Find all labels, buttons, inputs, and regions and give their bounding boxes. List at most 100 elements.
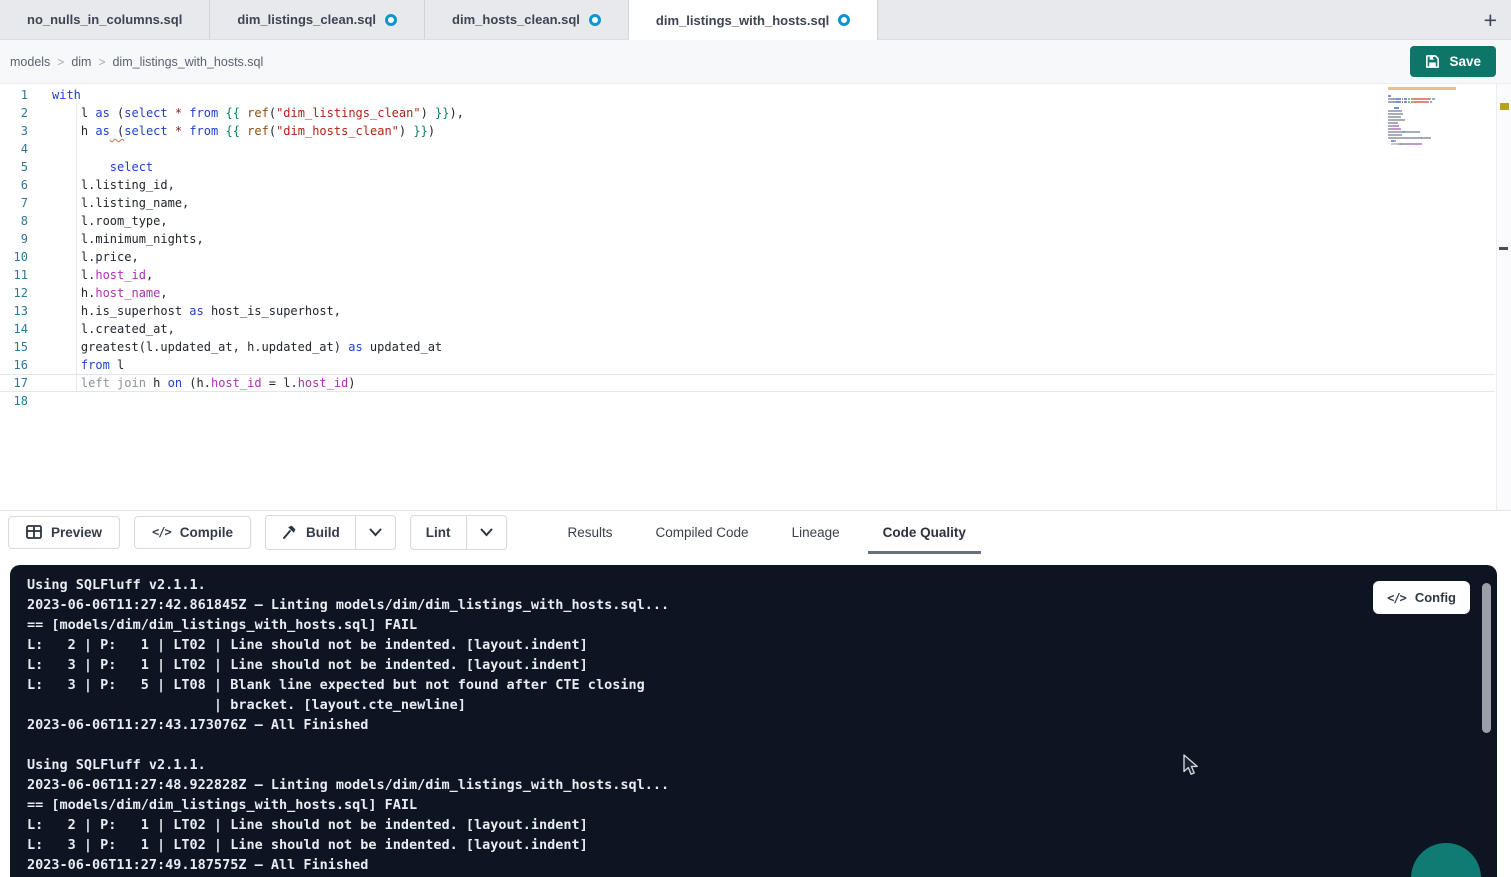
code-text: left join h on (h.host_id = l.host_id): [28, 374, 356, 392]
result-tab-compiled-code[interactable]: Compiled Code: [653, 511, 752, 554]
code-line[interactable]: 8 l.room_type,: [0, 212, 1495, 230]
build-button-group: Build: [265, 515, 396, 550]
code-text: l.created_at,: [28, 320, 175, 338]
breadcrumb-item[interactable]: dim_listings_with_hosts.sql: [112, 55, 263, 69]
code-text: l.listing_id,: [28, 176, 175, 194]
code-text: greatest(l.updated_at, h.updated_at) as …: [28, 338, 442, 356]
cursor-position-marker: [1499, 247, 1508, 250]
file-tab[interactable]: dim_hosts_clean.sql: [425, 0, 629, 39]
minimap-content: [1388, 86, 1456, 141]
breadcrumb-item[interactable]: dim: [71, 55, 91, 69]
preview-label: Preview: [51, 525, 102, 540]
line-number: 9: [0, 230, 28, 248]
code-text: l.host_id,: [28, 266, 153, 284]
terminal-line: 2023-06-06T11:27:48.922828Z — Linting mo…: [27, 775, 1497, 795]
code-line[interactable]: 4: [0, 140, 1495, 158]
code-line[interactable]: 14 l.created_at,: [0, 320, 1495, 338]
lint-button[interactable]: Lint: [411, 516, 466, 549]
modified-dot-icon: [589, 14, 601, 26]
warning-marker: [1500, 103, 1509, 110]
file-tab[interactable]: dim_listings_clean.sql: [210, 0, 425, 39]
chevron-down-icon: [480, 528, 493, 537]
terminal-line: L: 3 | P: 5 | LT08 | Blank line expected…: [27, 675, 1497, 695]
line-number: 12: [0, 284, 28, 302]
build-button[interactable]: Build: [266, 516, 355, 549]
line-number: 17: [0, 374, 28, 392]
file-tab[interactable]: no_nulls_in_columns.sql: [0, 0, 210, 39]
code-editor[interactable]: 1with2 l as (select * from {{ ref("dim_l…: [0, 84, 1511, 510]
line-number: 4: [0, 140, 28, 158]
terminal-line: L: 3 | P: 1 | LT02 | Line should not be …: [27, 655, 1497, 675]
code-text: l.room_type,: [28, 212, 168, 230]
compile-button[interactable]: </> Compile: [134, 516, 251, 549]
code-line[interactable]: 15 greatest(l.updated_at, h.updated_at) …: [0, 338, 1495, 356]
terminal-line: 2023-06-06T11:27:49.187575Z — All Finish…: [27, 855, 1497, 875]
terminal-line: | bracket. [layout.cte_newline]: [27, 695, 1497, 715]
build-label: Build: [306, 525, 340, 540]
file-tab-label: no_nulls_in_columns.sql: [27, 12, 182, 27]
overview-ruler[interactable]: [1496, 84, 1511, 510]
code-text: h.host_name,: [28, 284, 168, 302]
breadcrumb-separator-icon: >: [57, 55, 64, 69]
file-tab-label: dim_hosts_clean.sql: [452, 12, 580, 27]
line-number: 13: [0, 302, 28, 320]
terminal-line: 2023-06-06T11:27:43.173076Z — All Finish…: [27, 715, 1497, 735]
terminal-line: L: 3 | P: 1 | LT02 | Line should not be …: [27, 835, 1497, 855]
code-text: l.listing_name,: [28, 194, 189, 212]
code-line[interactable]: 6 l.listing_id,: [0, 176, 1495, 194]
code-line[interactable]: 1with: [0, 86, 1495, 104]
code-text: [28, 392, 52, 410]
line-number: 6: [0, 176, 28, 194]
lint-options-caret[interactable]: [466, 516, 506, 549]
save-button[interactable]: Save: [1410, 46, 1496, 77]
code-line[interactable]: 11 l.host_id,: [0, 266, 1495, 284]
code-icon: </>: [1387, 591, 1406, 605]
terminal-line: [27, 735, 1497, 755]
line-number: 11: [0, 266, 28, 284]
lint-label: Lint: [426, 525, 451, 540]
code-line[interactable]: 2 l as (select * from {{ ref("dim_listin…: [0, 104, 1495, 122]
result-tab-lineage[interactable]: Lineage: [789, 511, 843, 554]
save-button-label: Save: [1449, 54, 1481, 69]
file-tab[interactable]: dim_listings_with_hosts.sql: [629, 0, 878, 40]
terminal-line: 2023-06-06T11:27:42.861845Z — Linting mo…: [27, 595, 1497, 615]
code-line[interactable]: 13 h.is_superhost as host_is_superhost,: [0, 302, 1495, 320]
line-number: 7: [0, 194, 28, 212]
code-line[interactable]: 18: [0, 392, 1495, 410]
breadcrumb: models > dim > dim_listings_with_hosts.sql: [10, 55, 263, 69]
action-toolbar: Preview </> Compile Build Lint ResultsC: [0, 510, 1511, 553]
chevron-down-icon: [369, 528, 382, 537]
new-tab-button[interactable]: +: [1484, 0, 1497, 40]
line-number: 10: [0, 248, 28, 266]
code-line[interactable]: 16 from l: [0, 356, 1495, 374]
terminal-output: Using SQLFluff v2.1.1.2023-06-06T11:27:4…: [10, 565, 1497, 875]
result-tab-results[interactable]: Results: [565, 511, 616, 554]
code-text: l.minimum_nights,: [28, 230, 204, 248]
code-line[interactable]: 9 l.minimum_nights,: [0, 230, 1495, 248]
code-line[interactable]: 3 h as (select * from {{ ref("dim_hosts_…: [0, 122, 1495, 140]
save-icon: [1425, 54, 1440, 69]
minimap[interactable]: [1388, 86, 1456, 204]
modified-dot-icon: [838, 14, 850, 26]
code-line[interactable]: 17 left join h on (h.host_id = l.host_id…: [0, 374, 1495, 392]
breadcrumb-item[interactable]: models: [10, 55, 50, 69]
code-lines: 1with2 l as (select * from {{ ref("dim_l…: [0, 84, 1495, 510]
build-options-caret[interactable]: [355, 516, 395, 549]
compile-label: Compile: [180, 525, 233, 540]
line-number: 14: [0, 320, 28, 338]
result-tab-code-quality[interactable]: Code Quality: [880, 511, 969, 554]
code-text: h.is_superhost as host_is_superhost,: [28, 302, 341, 320]
file-tab-label: dim_listings_with_hosts.sql: [656, 13, 829, 28]
terminal-scrollbar[interactable]: [1482, 583, 1491, 733]
file-tab-label: dim_listings_clean.sql: [237, 12, 376, 27]
terminal-panel: Using SQLFluff v2.1.1.2023-06-06T11:27:4…: [10, 565, 1497, 877]
code-line[interactable]: 5 select: [0, 158, 1495, 176]
code-line[interactable]: 7 l.listing_name,: [0, 194, 1495, 212]
code-line[interactable]: 12 h.host_name,: [0, 284, 1495, 302]
breadcrumb-separator-icon: >: [98, 55, 105, 69]
code-line[interactable]: 10 l.price,: [0, 248, 1495, 266]
line-number: 16: [0, 356, 28, 374]
hammer-icon: [281, 524, 297, 540]
preview-button[interactable]: Preview: [8, 516, 120, 549]
config-button[interactable]: </> Config: [1373, 581, 1470, 614]
